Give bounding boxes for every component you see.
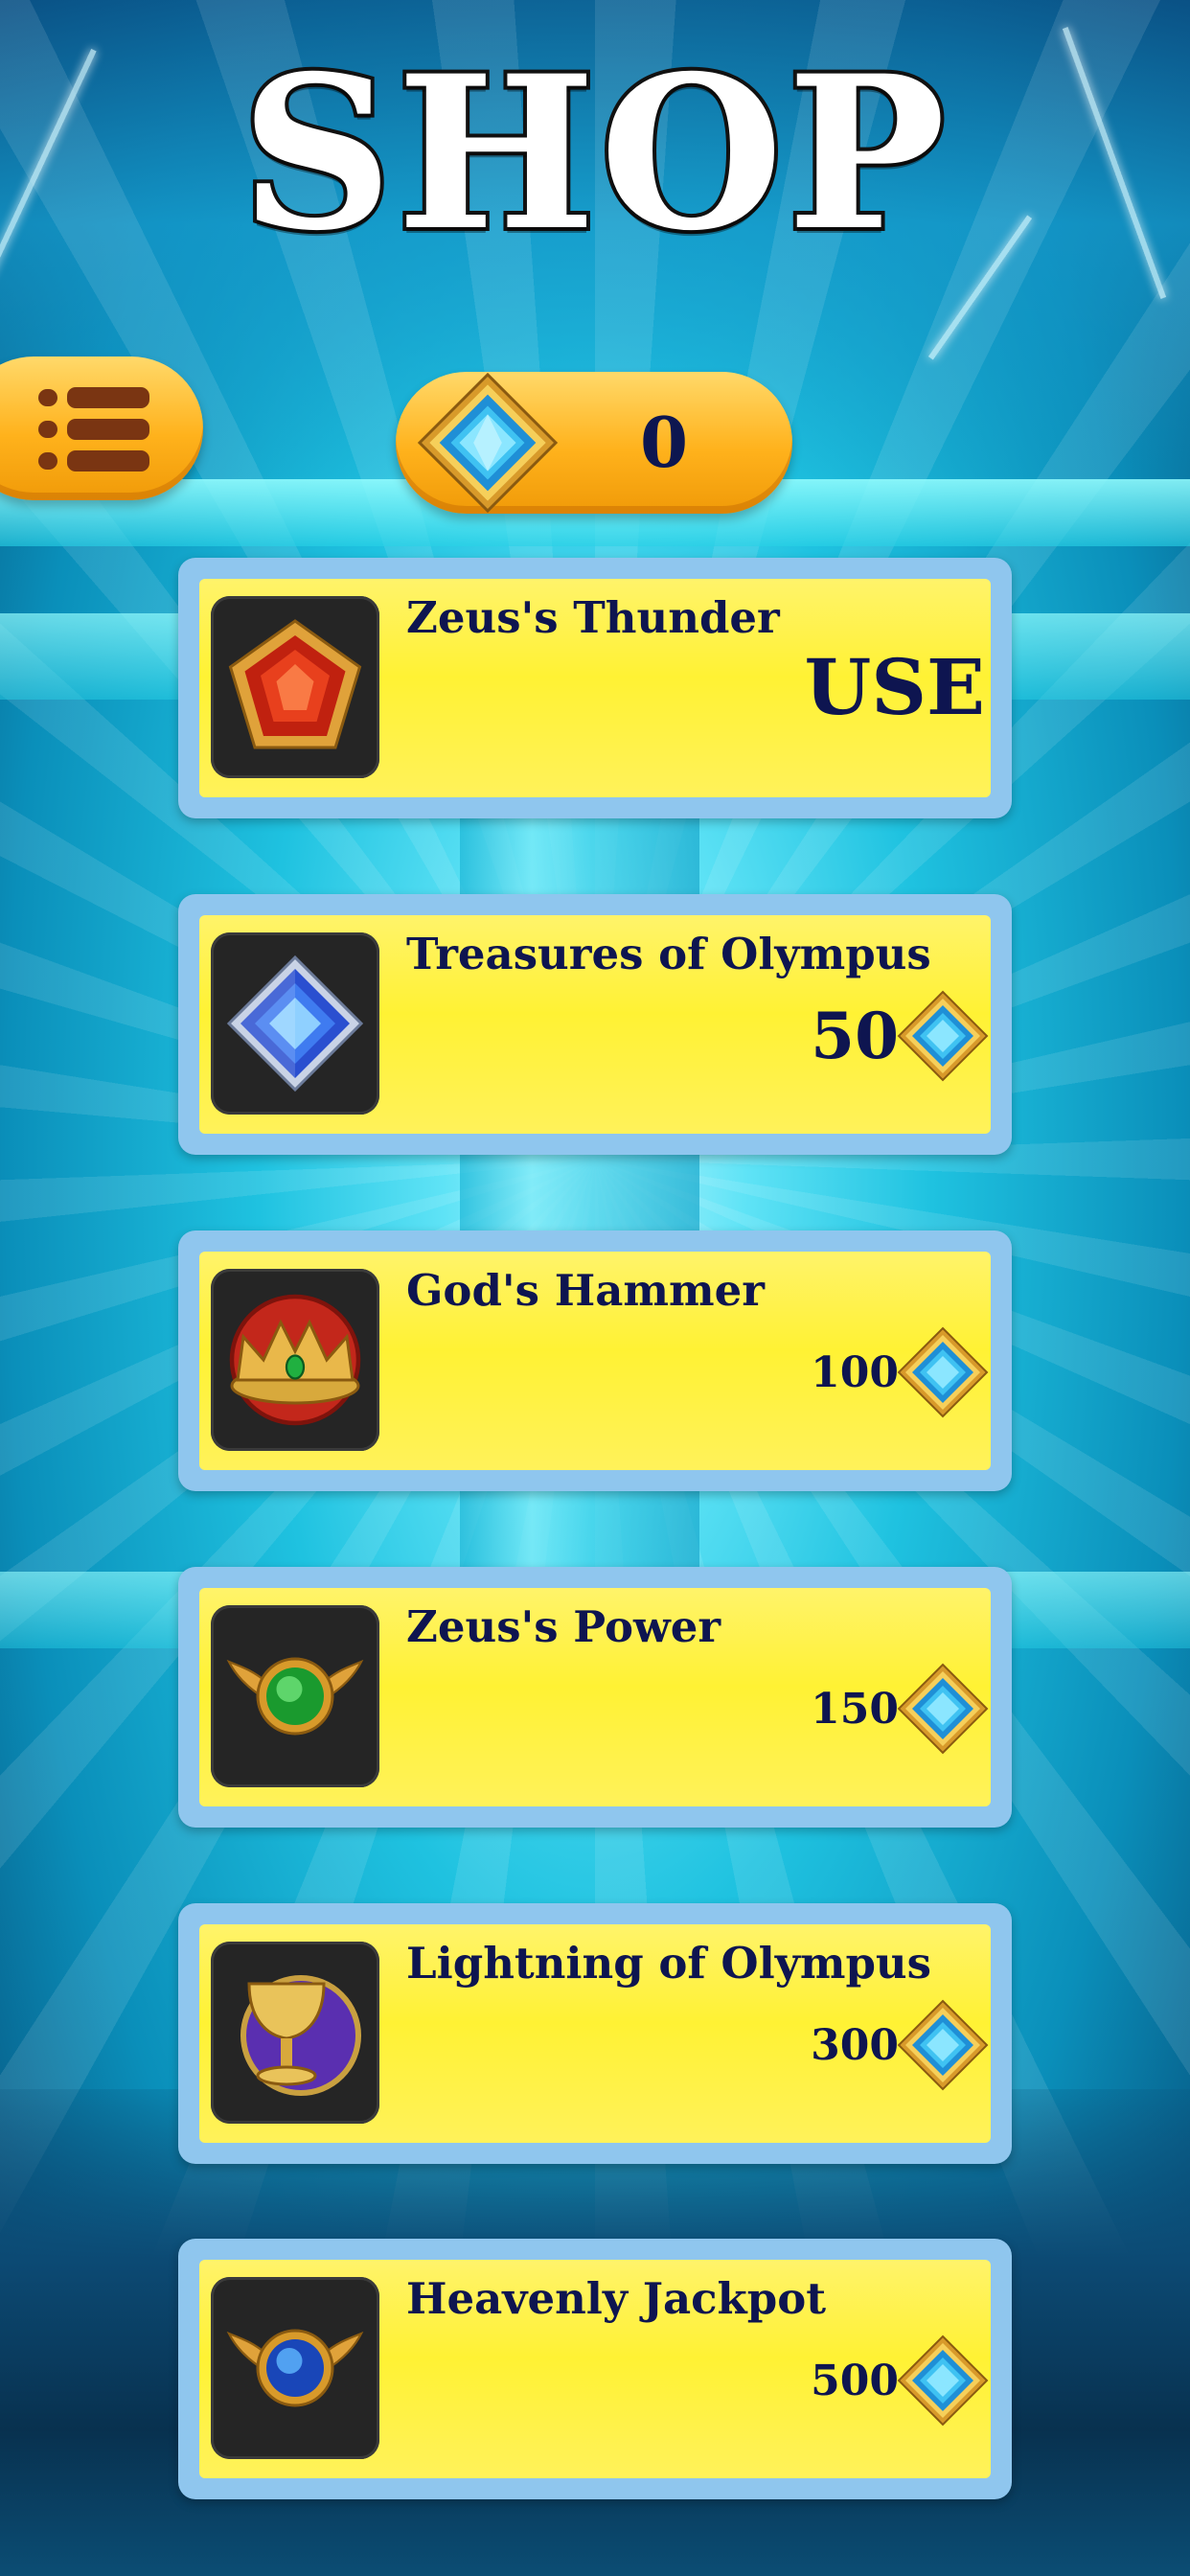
price-value: 150 bbox=[811, 1684, 899, 1734]
item-name: Heavenly Jackpot bbox=[406, 2273, 827, 2324]
blue-gem-icon bbox=[417, 372, 559, 514]
page-title: SHOP bbox=[237, 29, 950, 277]
shop-item-zeus-power[interactable]: Zeus's Power 150 bbox=[178, 1567, 1012, 1828]
price-value: 300 bbox=[811, 2020, 899, 2070]
item-price[interactable]: 150 bbox=[811, 1653, 991, 1764]
use-button[interactable]: USE bbox=[804, 642, 985, 732]
green-orb-wings-icon bbox=[211, 1605, 379, 1787]
item-price[interactable]: 500 bbox=[811, 2325, 991, 2436]
blue-gem-icon bbox=[897, 990, 989, 1082]
golden-chalice-icon bbox=[211, 1942, 379, 2124]
golden-crown-icon bbox=[211, 1269, 379, 1451]
list-menu-icon bbox=[38, 385, 149, 473]
item-name: God's Hammer bbox=[406, 1265, 765, 1316]
price-value: 50 bbox=[811, 999, 899, 1073]
red-gem-icon bbox=[211, 596, 379, 778]
item-name: Lightning of Olympus bbox=[406, 1938, 931, 1989]
menu-button[interactable] bbox=[0, 356, 203, 500]
item-name: Zeus's Thunder bbox=[406, 592, 780, 643]
blue-gem-icon bbox=[897, 1326, 989, 1418]
item-name: Treasures of Olympus bbox=[406, 929, 931, 979]
shop-item-treasures-of-olympus[interactable]: Treasures of Olympus 50 bbox=[178, 894, 1012, 1155]
blue-gem-icon bbox=[897, 2334, 989, 2426]
item-price[interactable]: 300 bbox=[811, 1990, 991, 2101]
shop-item-zeus-thunder[interactable]: Zeus's Thunder USE bbox=[178, 558, 1012, 818]
blue-orb-wings-icon bbox=[211, 2277, 379, 2459]
currency-value: 0 bbox=[639, 402, 689, 483]
currency-balance: 0 bbox=[396, 372, 792, 514]
shop-item-heavenly-jackpot[interactable]: Heavenly Jackpot 500 bbox=[178, 2239, 1012, 2499]
item-name: Zeus's Power bbox=[406, 1601, 721, 1652]
price-value: 100 bbox=[811, 1347, 899, 1397]
blue-gem-icon bbox=[897, 1663, 989, 1755]
blue-gem-icon bbox=[897, 1999, 989, 2091]
item-price[interactable]: 100 bbox=[811, 1317, 991, 1428]
blue-diamond-icon bbox=[211, 932, 379, 1115]
shop-item-gods-hammer[interactable]: God's Hammer 100 bbox=[178, 1230, 1012, 1491]
price-value: 500 bbox=[811, 2356, 899, 2405]
shop-screen: SHOP 0 Zeus's Thunder USE Treasures of O… bbox=[0, 0, 1190, 2576]
item-price[interactable]: 50 bbox=[811, 980, 991, 1092]
shop-item-lightning-of-olympus[interactable]: Lightning of Olympus 300 bbox=[178, 1903, 1012, 2164]
